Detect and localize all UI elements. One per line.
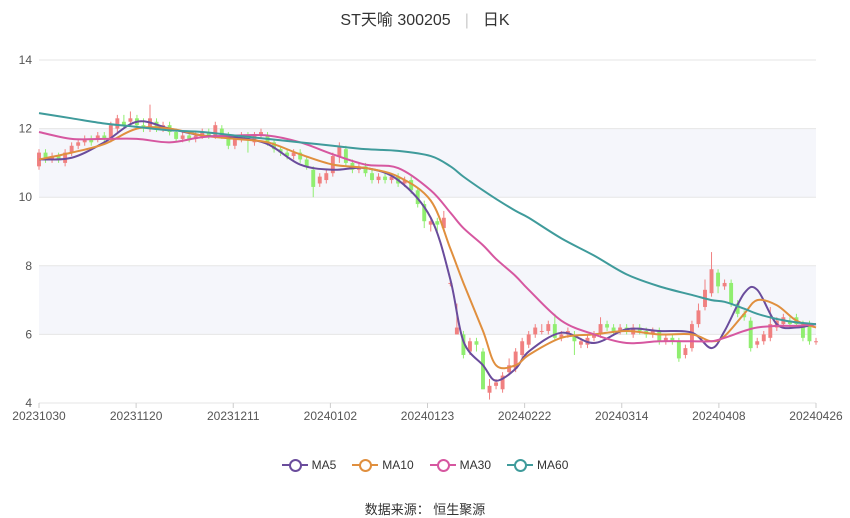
y-axis: 4 6 8 10 12 14 <box>19 53 33 410</box>
data-source: 数据来源： 恒生聚源 <box>364 502 486 517</box>
candle <box>814 337 818 345</box>
candle <box>755 337 760 349</box>
candle <box>474 337 479 352</box>
y-tick-label: 14 <box>19 53 33 67</box>
x-tick-label: 20231211 <box>207 409 260 423</box>
x-tick-label: 20240426 <box>789 409 843 423</box>
x-tick-label: 20240222 <box>498 409 552 423</box>
legend-label: MA5 <box>311 458 337 472</box>
legend: MA5 MA10 MA30 MA60 <box>0 458 850 475</box>
x-tick-label: 20240102 <box>304 409 358 423</box>
legend-item-ma60[interactable]: MA60 <box>507 458 568 472</box>
legend-marker-icon <box>281 458 308 472</box>
candle <box>689 320 694 352</box>
legend-label: MA60 <box>537 458 569 472</box>
y-tick-label: 12 <box>19 122 33 136</box>
legend-item-ma30[interactable]: MA30 <box>429 458 492 472</box>
x-tick-label: 20231030 <box>12 409 66 423</box>
candle <box>670 334 675 345</box>
legend-marker-icon <box>352 458 379 472</box>
candle <box>709 252 714 297</box>
x-tick-label: 20231120 <box>110 409 163 423</box>
y-tick-label: 10 <box>19 190 33 204</box>
x-axis: 20231030 20231120 20231211 20240102 20240123… <box>12 403 843 423</box>
candle <box>500 372 505 393</box>
background-bands <box>39 128 816 335</box>
legend-marker-icon <box>507 458 534 472</box>
kline-chart: 4 6 8 10 12 14 20231030 20231120 20231211 202401… <box>12 53 843 423</box>
x-tick-label: 20240314 <box>595 409 649 423</box>
x-tick-label: 20240408 <box>692 409 746 423</box>
candle <box>748 317 753 352</box>
x-tick-label: 20240123 <box>401 409 455 423</box>
legend-label: MA10 <box>382 458 414 472</box>
candle <box>683 344 688 359</box>
y-tick-label: 6 <box>25 327 32 341</box>
candle <box>663 334 668 345</box>
y-tick-label: 8 <box>25 259 32 273</box>
y-tick-label: 4 <box>25 396 32 410</box>
legend-label: MA30 <box>459 458 492 472</box>
grid-lines <box>39 59 816 404</box>
legend-item-ma5[interactable]: MA5 <box>281 458 337 472</box>
candle <box>520 337 525 359</box>
legend-marker-icon <box>429 458 456 472</box>
candle <box>487 378 492 400</box>
legend-item-ma10[interactable]: MA10 <box>352 458 414 472</box>
